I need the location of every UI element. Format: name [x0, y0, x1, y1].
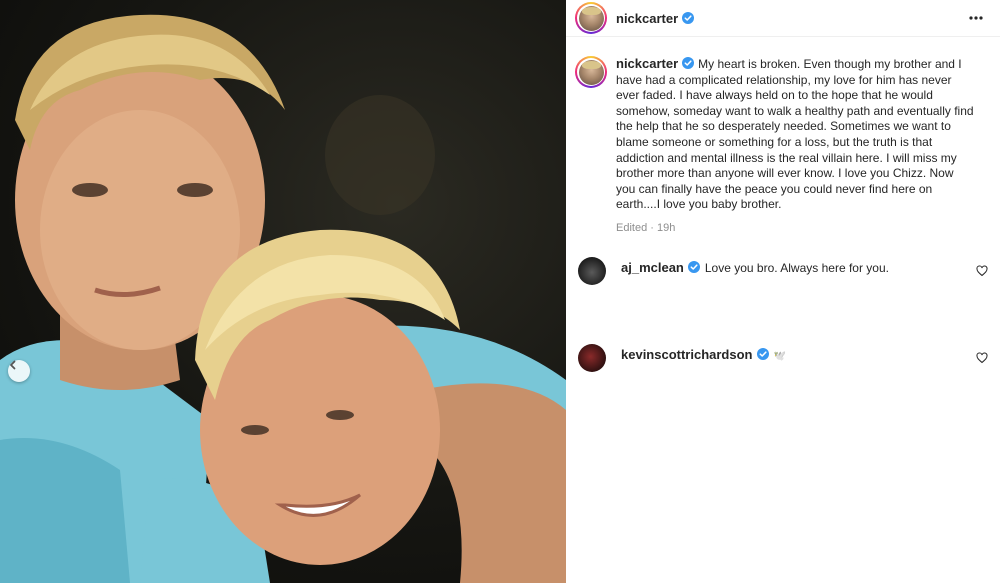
post-meta: Edited · 19h — [616, 221, 676, 234]
comment-body: kevinscottrichardson 🕊️ — [621, 344, 961, 365]
comment-text: Love you bro. Always here for you. — [704, 261, 889, 275]
more-options-icon[interactable] — [968, 10, 984, 26]
verified-badge-icon — [682, 12, 695, 24]
caption-author-username[interactable]: nickcarter — [616, 56, 678, 71]
avatar-image — [578, 5, 604, 31]
carousel-prev-button[interactable] — [8, 360, 30, 382]
verified-badge-icon — [687, 261, 700, 273]
post-header: nickcarter — [566, 0, 1000, 37]
commenter-username[interactable]: aj_mclean — [621, 260, 684, 275]
comment-item: kevinscottrichardson 🕊️ — [578, 344, 988, 372]
avatar-image — [578, 59, 604, 85]
commenter-avatar[interactable] — [578, 344, 606, 372]
heart-outline-icon[interactable] — [976, 265, 988, 277]
commenter-username[interactable]: kevinscottrichardson — [621, 347, 753, 362]
commenter-avatar[interactable] — [578, 257, 606, 285]
author-avatar[interactable] — [575, 2, 607, 34]
verified-badge-icon — [756, 348, 769, 360]
caption-text: My heart is broken. Even though my broth… — [616, 57, 974, 212]
dove-emoji: 🕊️ — [773, 351, 786, 362]
author-username[interactable]: nickcarter — [616, 11, 678, 26]
post-sidebar: nickcarter nickcarter My heart is broken… — [566, 0, 1000, 583]
post-caption: nickcarter My heart is broken. Even thou… — [575, 56, 985, 237]
caption-body: nickcarter My heart is broken. Even thou… — [616, 56, 976, 237]
caption-author-avatar[interactable] — [575, 56, 607, 88]
verified-badge-icon — [682, 57, 695, 69]
chevron-left-icon — [10, 360, 16, 370]
comment-item: aj_mclean Love you bro. Always here for … — [578, 257, 988, 285]
post-photo — [0, 0, 566, 583]
photo-illustration — [0, 14, 566, 583]
comment-body: aj_mclean Love you bro. Always here for … — [621, 257, 961, 276]
heart-outline-icon[interactable] — [976, 352, 988, 364]
